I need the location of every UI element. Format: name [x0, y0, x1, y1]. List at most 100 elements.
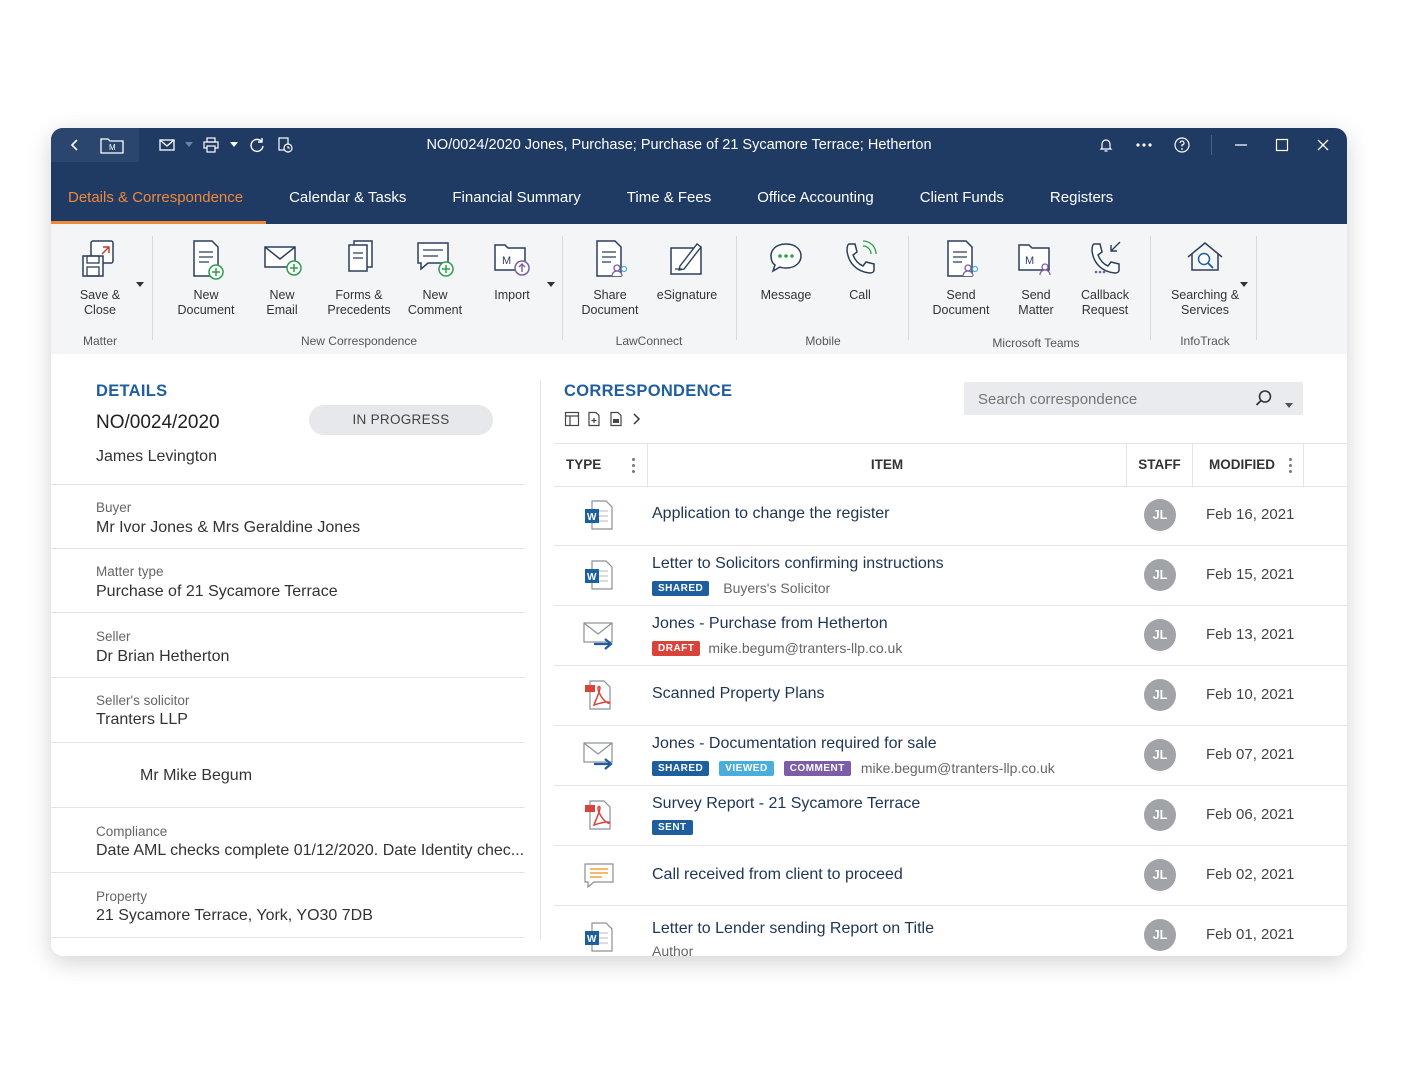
- field-seller[interactable]: Seller Dr Brian Hetherton: [51, 612, 525, 677]
- new-document-button[interactable]: New Document: [169, 238, 243, 318]
- save-close-icon: [82, 240, 114, 277]
- share-document-label-2: Document: [581, 303, 639, 317]
- close-icon[interactable]: [1311, 133, 1335, 157]
- column-menu-icon[interactable]: [632, 458, 635, 476]
- item-title[interactable]: Application to change the register: [652, 505, 889, 523]
- add-document-icon[interactable]: [586, 411, 602, 427]
- send-matter-button[interactable]: M Send Matter: [999, 238, 1073, 318]
- document-preview-icon[interactable]: [608, 411, 624, 427]
- table-row[interactable]: Call received from client to proceed JL …: [554, 845, 1347, 906]
- mail-icon[interactable]: [155, 133, 179, 157]
- notifications-bell-icon[interactable]: [1094, 133, 1118, 157]
- save-close-dropdown-icon[interactable]: [136, 282, 144, 287]
- item-recipient: mike.begum@tranters-llp.co.uk: [708, 640, 903, 656]
- ribbon-divider: [1256, 236, 1257, 340]
- maximize-icon[interactable]: [1270, 133, 1294, 157]
- item-title[interactable]: Letter to Lender sending Report on Title: [652, 920, 934, 938]
- table-row[interactable]: Survey Report - 21 Sycamore Terrace SENT…: [554, 785, 1347, 846]
- column-staff[interactable]: STAFF: [1127, 444, 1192, 486]
- field-contact[interactable]: Mr Mike Begum: [51, 742, 525, 807]
- item-title[interactable]: Survey Report - 21 Sycamore Terrace: [652, 795, 920, 813]
- field-value: Mr Mike Begum: [140, 767, 253, 784]
- save-close-button[interactable]: Save & Close: [63, 238, 137, 318]
- item-title[interactable]: Letter to Solicitors confirming instruct…: [652, 555, 944, 573]
- refresh-icon[interactable]: [245, 133, 269, 157]
- column-modified[interactable]: MODIFIED: [1209, 444, 1275, 486]
- table-row[interactable]: W Application to change the register JL …: [554, 485, 1347, 546]
- column-menu-icon[interactable]: [1289, 458, 1292, 476]
- item-title[interactable]: Jones - Documentation required for sale: [652, 735, 937, 753]
- list-view-icon[interactable]: [564, 411, 580, 427]
- table-row[interactable]: Scanned Property Plans JL Feb 10, 2021: [554, 665, 1347, 726]
- esignature-button[interactable]: eSignature: [650, 238, 724, 303]
- correspondence-table-header: TYPE ITEM STAFF MODIFIED: [554, 443, 1347, 487]
- call-button[interactable]: Call: [823, 238, 897, 303]
- shared-badge: SHARED: [652, 580, 710, 596]
- word-document-icon: W: [585, 922, 613, 952]
- tab-financial-summary[interactable]: Financial Summary: [429, 162, 603, 224]
- tab-registers[interactable]: Registers: [1027, 162, 1136, 224]
- table-row[interactable]: W Letter to Lender sending Report on Tit…: [554, 905, 1347, 956]
- print-dropdown-icon[interactable]: [227, 133, 241, 157]
- back-icon[interactable]: [63, 133, 87, 157]
- item-subline: SHARED Buyers's Solicitor: [652, 580, 830, 596]
- new-email-button[interactable]: New Email: [245, 238, 319, 318]
- field-buyer[interactable]: Buyer Mr Ivor Jones & Mrs Geraldine Jone…: [51, 484, 525, 549]
- status-badge[interactable]: IN PROGRESS: [309, 405, 493, 435]
- matter-folder-icon[interactable]: M: [97, 133, 127, 157]
- history-icon[interactable]: [273, 133, 297, 157]
- tab-office-accounting[interactable]: Office Accounting: [734, 162, 896, 224]
- field-value: Date AML checks complete 01/12/2020. Dat…: [96, 842, 525, 859]
- searching-services-button[interactable]: Searching & Services: [1164, 238, 1246, 318]
- message-button[interactable]: Message: [749, 238, 823, 303]
- sent-badge: SENT: [652, 820, 693, 835]
- item-subline: SENT: [652, 820, 699, 835]
- email-icon: [583, 622, 613, 650]
- item-title[interactable]: Call received from client to proceed: [652, 866, 903, 884]
- table-row[interactable]: Jones - Documentation required for sale …: [554, 725, 1347, 786]
- field-value: Tranters LLP: [96, 711, 188, 728]
- print-icon[interactable]: [199, 133, 223, 157]
- item-title[interactable]: Scanned Property Plans: [652, 685, 825, 703]
- new-document-icon: [193, 240, 224, 280]
- table-row[interactable]: Jones - Purchase from Hetherton DRAFT mi…: [554, 605, 1347, 666]
- field-compliance[interactable]: Compliance Date AML checks complete 01/1…: [51, 807, 525, 872]
- search-icon[interactable]: [1255, 389, 1273, 412]
- group-label-lawconnect: LawConnect: [615, 334, 683, 348]
- tab-time-fees[interactable]: Time & Fees: [604, 162, 734, 224]
- search-dropdown-icon[interactable]: [1285, 396, 1293, 414]
- group-label-infotrack: InfoTrack: [1180, 334, 1230, 348]
- chevron-right-icon[interactable]: [630, 412, 642, 426]
- item-title[interactable]: Jones - Purchase from Hetherton: [652, 615, 888, 633]
- column-item[interactable]: ITEM: [648, 444, 1126, 486]
- column-type[interactable]: TYPE: [566, 444, 601, 486]
- table-row[interactable]: W Letter to Solicitors confirming instru…: [554, 545, 1347, 606]
- tab-calendar-tasks[interactable]: Calendar & Tasks: [266, 162, 429, 224]
- search-input[interactable]: [964, 382, 1260, 417]
- panel-divider[interactable]: [540, 380, 541, 940]
- share-document-button[interactable]: Share Document: [573, 238, 647, 318]
- svg-text:W: W: [587, 572, 597, 583]
- field-matter-type[interactable]: Matter type Purchase of 21 Sycamore Terr…: [51, 548, 525, 613]
- item-recipient: mike.begum@tranters-llp.co.uk: [860, 760, 1055, 776]
- field-label: Compliance: [96, 824, 168, 839]
- field-sellers-solicitor[interactable]: Seller's solicitor Tranters LLP: [51, 677, 525, 742]
- more-options-icon[interactable]: [1132, 133, 1156, 157]
- new-comment-icon: [417, 242, 454, 277]
- field-property[interactable]: Property 21 Sycamore Terrace, York, YO30…: [51, 872, 525, 938]
- svg-text:M: M: [109, 143, 116, 152]
- import-button[interactable]: M Import: [475, 238, 549, 303]
- searching-dropdown-icon[interactable]: [1240, 282, 1248, 287]
- modified-date: Feb 02, 2021: [1206, 866, 1295, 883]
- new-comment-button[interactable]: New Comment: [398, 238, 472, 318]
- tab-client-funds[interactable]: Client Funds: [897, 162, 1027, 224]
- callback-request-button[interactable]: Callback Request: [1068, 238, 1142, 318]
- tab-details-correspondence[interactable]: Details & Correspondence: [51, 162, 267, 224]
- forms-precedents-button[interactable]: Forms & Precedents: [322, 238, 396, 318]
- minimize-icon[interactable]: [1229, 133, 1253, 157]
- help-icon[interactable]: [1170, 133, 1194, 157]
- send-document-button[interactable]: Send Document: [924, 238, 998, 318]
- modified-date: Feb 06, 2021: [1206, 806, 1295, 823]
- import-dropdown-icon[interactable]: [547, 282, 555, 287]
- title-bar-divider: [1211, 135, 1212, 155]
